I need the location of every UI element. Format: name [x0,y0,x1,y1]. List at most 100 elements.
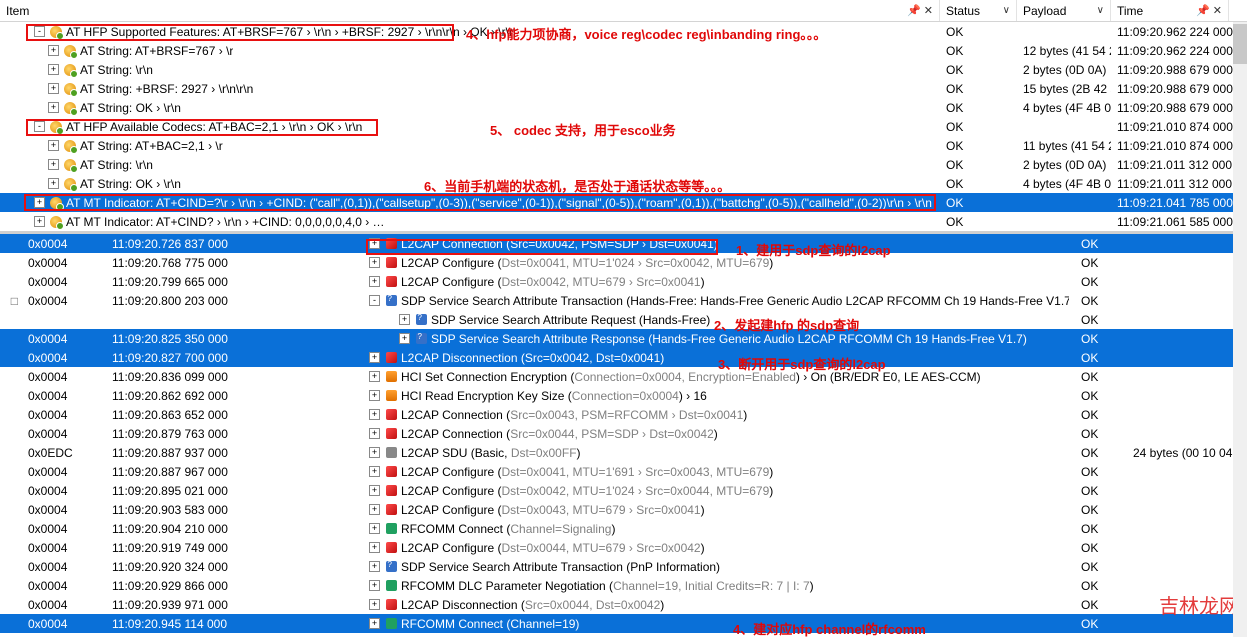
packet-row[interactable]: +SDP Service Search Attribute Request (H… [0,310,1247,329]
rfcomm-icon [383,579,399,593]
row-label: L2CAP Disconnection (Src=0x0044, Dst=0x0… [401,598,664,612]
tree-row[interactable]: +AT String: OK › \r\nOK4 bytes (4F 4B 0D… [0,98,1247,117]
row-label: AT String: OK › \r\n [80,177,181,191]
packet-row[interactable]: 0x000411:09:20.825 350 000+SDP Service S… [0,329,1247,348]
hci-icon [383,370,399,384]
tree-toggle[interactable]: + [48,178,59,189]
packet-row[interactable]: 0x000411:09:20.903 583 000+L2CAP Configu… [0,500,1247,519]
tree-toggle[interactable]: + [369,561,380,572]
tree-toggle[interactable]: + [369,466,380,477]
payload-cell [1127,557,1247,576]
tree-toggle[interactable]: + [369,485,380,496]
tree-toggle[interactable]: - [34,121,45,132]
tree-toggle[interactable]: + [48,140,59,151]
tree-row[interactable]: +AT String: OK › \r\nOK4 bytes (4F 4B 0D… [0,174,1247,193]
packet-row[interactable]: 0x000411:09:20.904 210 000+RFCOMM Connec… [0,519,1247,538]
timestamp-cell: 11:09:20.945 114 000 [112,617,289,631]
tree-toggle[interactable]: + [48,102,59,113]
l2cap-icon [383,408,399,422]
packet-row[interactable]: 0x000411:09:20.919 749 000+L2CAP Configu… [0,538,1247,557]
tree-toggle[interactable]: - [34,26,45,37]
address-cell: 0x0004 [22,598,112,612]
status-cell: OK [940,79,1017,98]
row-label: SDP Service Search Attribute Response (H… [431,332,1027,346]
tree-toggle[interactable]: + [34,216,45,227]
tree-row[interactable]: +AT String: AT+BRSF=767 › \rOK12 bytes (… [0,41,1247,60]
tree-toggle[interactable]: + [369,276,380,287]
upper-tree[interactable]: -AT HFP Supported Features: AT+BRSF=767 … [0,22,1247,231]
tree-toggle[interactable]: + [48,64,59,75]
tree-row[interactable]: +AT String: \r\nOK2 bytes (0D 0A)11:09:2… [0,60,1247,79]
tree-toggle[interactable]: + [369,390,380,401]
row-label: AT String: AT+BRSF=767 › \r [80,44,233,58]
col-status[interactable]: Status∨ [940,0,1017,21]
packet-row[interactable]: 0x0EDC11:09:20.887 937 000+L2CAP SDU (Ba… [0,443,1247,462]
col-item[interactable]: Item📌 ✕ [0,0,940,21]
packet-row[interactable]: □0x000411:09:20.800 203 000-SDP Service … [0,291,1247,310]
packet-row[interactable]: 0x000411:09:20.879 763 000+L2CAP Connect… [0,424,1247,443]
tree-toggle[interactable]: + [369,580,380,591]
packet-row[interactable]: 0x000411:09:20.726 837 000+L2CAP Connect… [0,234,1247,253]
col-time[interactable]: Time📌 ✕ [1111,0,1229,21]
tree-toggle[interactable]: + [369,599,380,610]
tree-toggle[interactable]: + [48,83,59,94]
col-payload[interactable]: Payload∨ [1017,0,1111,21]
tree-toggle[interactable]: + [369,447,380,458]
tree-toggle[interactable]: + [369,618,380,629]
tree-row[interactable]: +AT String: +BRSF: 2927 › \r\n\r\nOK15 b… [0,79,1247,98]
tree-toggle[interactable]: + [369,238,380,249]
pin-icon[interactable]: 📌 ✕ [907,4,933,17]
address-cell: 0x0004 [22,465,112,479]
tree-toggle[interactable]: + [369,257,380,268]
tree-row[interactable]: +AT MT Indicator: AT+CIND? › \r\n › +CIN… [0,212,1247,231]
timestamp-cell: 11:09:20.800 203 000 [112,294,289,308]
packet-row[interactable]: 0x000411:09:20.895 021 000+L2CAP Configu… [0,481,1247,500]
row-label: L2CAP Configure (Dst=0x0041, MTU=1'691 ›… [401,465,773,479]
tree-row[interactable]: +AT String: AT+BAC=2,1 › \rOK11 bytes (4… [0,136,1247,155]
packet-row[interactable]: 0x000411:09:20.945 114 000+RFCOMM Connec… [0,614,1247,633]
row-label: HCI Set Connection Encryption (Connectio… [401,370,981,384]
address-cell: 0x0004 [22,617,112,631]
tree-toggle[interactable]: + [48,159,59,170]
packet-row[interactable]: 0x000411:09:20.836 099 000+HCI Set Conne… [0,367,1247,386]
tree-toggle[interactable]: + [399,314,410,325]
status-cell: OK [1075,576,1127,595]
packet-row[interactable]: 0x000411:09:20.827 700 000+L2CAP Disconn… [0,348,1247,367]
scrollbar-v[interactable] [1233,22,1247,637]
packet-row[interactable]: 0x000411:09:20.939 971 000+L2CAP Disconn… [0,595,1247,614]
packet-row[interactable]: 0x000411:09:20.863 652 000+L2CAP Connect… [0,405,1247,424]
payload-cell [1127,405,1247,424]
hfp-icon [48,25,64,39]
packet-row[interactable]: 0x000411:09:20.929 866 000+RFCOMM DLC Pa… [0,576,1247,595]
pin-icon[interactable]: 📌 ✕ [1196,4,1222,17]
tree-toggle[interactable]: + [369,352,380,363]
packet-row[interactable]: 0x000411:09:20.920 324 000+SDP Service S… [0,557,1247,576]
tree-toggle[interactable]: + [369,523,380,534]
tree-row[interactable]: +AT String: \r\nOK2 bytes (0D 0A)11:09:2… [0,155,1247,174]
tree-toggle[interactable]: + [48,45,59,56]
packet-row[interactable]: 0x000411:09:20.799 665 000+L2CAP Configu… [0,272,1247,291]
hfp-icon [48,215,64,229]
tree-toggle[interactable]: - [369,295,380,306]
tree-toggle[interactable]: + [369,409,380,420]
tree-row[interactable]: -AT HFP Available Codecs: AT+BAC=2,1 › \… [0,117,1247,136]
packet-row[interactable]: 0x000411:09:20.887 967 000+L2CAP Configu… [0,462,1247,481]
sdp-icon [413,313,429,327]
tree-toggle[interactable]: + [399,333,410,344]
l2cap-icon [383,598,399,612]
checkbox-cell[interactable]: □ [0,294,22,308]
payload-cell: 24 bytes (00 10 04 [1127,443,1247,462]
packet-row[interactable]: 0x000411:09:20.768 775 000+L2CAP Configu… [0,253,1247,272]
lower-tree[interactable]: 0x000411:09:20.726 837 000+L2CAP Connect… [0,231,1247,633]
tree-toggle[interactable]: + [369,428,380,439]
timestamp-cell: 11:09:20.768 775 000 [112,256,289,270]
tree-toggle[interactable]: + [34,197,45,208]
timestamp-cell: 11:09:20.726 837 000 [112,237,289,251]
tree-row[interactable]: +AT MT Indicator: AT+CIND=?\r › \r\n › +… [0,193,1247,212]
payload-cell [1127,272,1247,291]
tree-toggle[interactable]: + [369,542,380,553]
tree-toggle[interactable]: + [369,371,380,382]
packet-row[interactable]: 0x000411:09:20.862 692 000+HCI Read Encr… [0,386,1247,405]
tree-toggle[interactable]: + [369,504,380,515]
tree-row[interactable]: -AT HFP Supported Features: AT+BRSF=767 … [0,22,1247,41]
